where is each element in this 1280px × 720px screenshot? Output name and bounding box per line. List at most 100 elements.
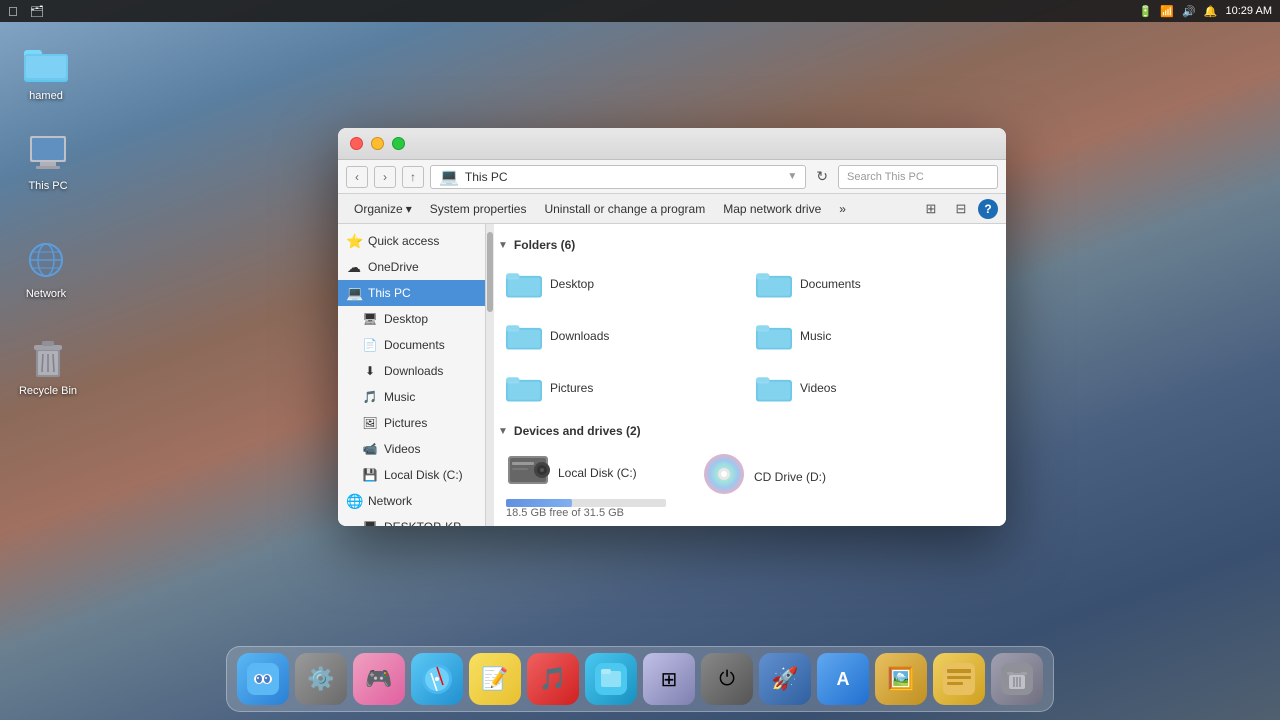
dock-item-music[interactable]: 🎵 xyxy=(527,653,579,705)
dock-item-launchpad[interactable]: ⊞ xyxy=(643,653,695,705)
local-disk-c-bar xyxy=(506,499,666,507)
desktop-icon-recycle-bin[interactable]: Recycle Bin xyxy=(12,335,84,398)
dock-item-app-store[interactable]: A xyxy=(817,653,869,705)
explorer-window: ‹ › ↑ 💻 This PC ▼ ↻ Search This PC Organ… xyxy=(338,128,1006,526)
folder-label-pictures: Pictures xyxy=(550,381,593,395)
videos-folder-icon xyxy=(756,370,792,406)
sidebar-label-local-disk: Local Disk (C:) xyxy=(384,468,463,482)
address-path-text: This PC xyxy=(465,170,508,184)
help-button[interactable]: ? xyxy=(978,199,998,219)
device-item-cd-drive-d[interactable]: CD Drive (D:) xyxy=(694,446,874,525)
music-folder-icon xyxy=(756,318,792,354)
up-button[interactable]: ↑ xyxy=(402,166,424,188)
pictures-sidebar-icon: 🖼 xyxy=(362,416,378,430)
sidebar: ⭐ Quick access ☁ OneDrive 💻 This PC 🖥 De… xyxy=(338,224,486,526)
organize-button[interactable]: Organize ▾ xyxy=(346,197,420,221)
folder-label-music: Music xyxy=(800,329,831,343)
sidebar-label-desktop-kpt6f: DESKTOP-KPT6F... xyxy=(384,520,477,526)
dock-item-rocket[interactable]: 🚀 xyxy=(759,653,811,705)
sidebar-label-videos: Videos xyxy=(384,442,420,456)
local-disk-c-name: Local Disk (C:) xyxy=(558,466,637,480)
desktop-icon-this-pc[interactable]: This PC xyxy=(12,130,84,193)
local-disk-sidebar-icon: 💾 xyxy=(362,468,378,482)
dock-item-notes[interactable]: 📝 xyxy=(469,653,521,705)
folder-item-desktop[interactable]: Desktop xyxy=(498,260,744,308)
map-network-button[interactable]: Map network drive xyxy=(715,197,829,221)
this-pc-sidebar-icon: 💻 xyxy=(346,285,362,302)
local-disk-c-bar-fill xyxy=(506,499,572,507)
toolbar: Organize ▾ System properties Uninstall o… xyxy=(338,194,1006,224)
folders-section-title: Folders (6) xyxy=(514,238,575,252)
search-box[interactable]: Search This PC xyxy=(838,165,998,189)
maximize-button[interactable] xyxy=(392,137,405,150)
downloads-folder-icon xyxy=(506,318,542,354)
sidebar-item-videos[interactable]: 📹 Videos xyxy=(338,436,485,462)
sidebar-item-documents[interactable]: 📄 Documents xyxy=(338,332,485,358)
content-area: ⭐ Quick access ☁ OneDrive 💻 This PC 🖥 De… xyxy=(338,224,1006,526)
sidebar-item-local-disk[interactable]: 💾 Local Disk (C:) xyxy=(338,462,485,488)
dock-item-power[interactable]: ⏻ xyxy=(701,653,753,705)
folders-section-header[interactable]: ▼ Folders (6) xyxy=(498,238,994,252)
sidebar-item-onedrive[interactable]: ☁ OneDrive xyxy=(338,254,485,280)
sidebar-item-this-pc[interactable]: 💻 This PC xyxy=(338,280,485,306)
address-dropdown-icon[interactable]: ▼ xyxy=(787,171,797,182)
menubar-time: 10:29 AM xyxy=(1226,5,1272,17)
sidebar-label-onedrive: OneDrive xyxy=(368,260,419,274)
sidebar-item-music[interactable]: 🎵 Music xyxy=(338,384,485,410)
device-item-local-disk-c[interactable]: Local Disk (C:) 18.5 GB free of 31.5 GB xyxy=(498,446,678,525)
address-bar: ‹ › ↑ 💻 This PC ▼ ↻ Search This PC xyxy=(338,160,1006,194)
apple-menu-icon[interactable]:  xyxy=(8,4,18,19)
sidebar-scrollbar-thumb xyxy=(487,232,493,312)
sidebar-scrollbar[interactable] xyxy=(486,224,494,526)
desktop-icon-hamed[interactable]: hamed xyxy=(10,40,82,103)
address-path[interactable]: 💻 This PC ▼ xyxy=(430,165,806,189)
main-panel: ▼ Folders (6) Desktop xyxy=(486,224,1006,526)
dock-item-game-center[interactable]: 🎮 xyxy=(353,653,405,705)
folder-item-videos[interactable]: Videos xyxy=(748,364,994,412)
sidebar-item-pictures[interactable]: 🖼 Pictures xyxy=(338,410,485,436)
forward-button[interactable]: › xyxy=(374,166,396,188)
sidebar-item-desktop-kpt6f[interactable]: 🖥 DESKTOP-KPT6F... xyxy=(338,514,485,526)
organize-dropdown-icon: ▾ xyxy=(406,202,412,216)
sidebar-item-quick-access[interactable]: ⭐ Quick access xyxy=(338,228,485,254)
view-details-button[interactable]: ⊞ xyxy=(918,197,944,221)
dock-item-safari[interactable] xyxy=(411,653,463,705)
devices-section-title: Devices and drives (2) xyxy=(514,424,641,438)
dock-item-preview[interactable]: 🖼️ xyxy=(875,653,927,705)
dock-item-stickies[interactable] xyxy=(933,653,985,705)
folder-item-music[interactable]: Music xyxy=(748,312,994,360)
videos-sidebar-icon: 📹 xyxy=(362,442,378,456)
network-label: Network xyxy=(26,288,66,301)
dock-item-system-prefs[interactable]: ⚙️ xyxy=(295,653,347,705)
cd-drive-d-icon xyxy=(702,452,746,501)
dock-item-files[interactable] xyxy=(585,653,637,705)
sidebar-label-quick-access: Quick access xyxy=(368,234,439,248)
back-button[interactable]: ‹ xyxy=(346,166,368,188)
uninstall-button[interactable]: Uninstall or change a program xyxy=(536,197,713,221)
system-properties-button[interactable]: System properties xyxy=(422,197,535,221)
sidebar-outer: ⭐ Quick access ☁ OneDrive 💻 This PC 🖥 De… xyxy=(338,224,486,526)
dock-item-finder[interactable] xyxy=(237,653,289,705)
menubar-volume-icon: 🔊 xyxy=(1182,5,1196,18)
view-toggle-button[interactable]: ⊟ xyxy=(948,197,974,221)
recycle-bin-icon xyxy=(24,335,72,383)
this-pc-label: This PC xyxy=(28,180,67,193)
folder-item-documents[interactable]: Documents xyxy=(748,260,994,308)
desktop-icon-network[interactable]: Network xyxy=(10,238,82,301)
devices-section-header[interactable]: ▼ Devices and drives (2) xyxy=(498,424,994,438)
folder-item-pictures[interactable]: Pictures xyxy=(498,364,744,412)
sidebar-item-network[interactable]: 🌐 Network xyxy=(338,488,485,514)
folder-item-downloads[interactable]: Downloads xyxy=(498,312,744,360)
sidebar-item-desktop[interactable]: 🖥 Desktop xyxy=(338,306,485,332)
finder-menubar-icon[interactable]: 🗂 xyxy=(30,5,44,18)
documents-folder-icon xyxy=(756,266,792,302)
dock-item-trash[interactable] xyxy=(991,653,1043,705)
music-sidebar-icon: 🎵 xyxy=(362,390,378,404)
close-button[interactable] xyxy=(350,137,363,150)
sidebar-item-downloads[interactable]: ⬇ Downloads xyxy=(338,358,485,384)
sidebar-label-network: Network xyxy=(368,494,412,508)
more-toolbar-button[interactable]: » xyxy=(831,197,854,221)
minimize-button[interactable] xyxy=(371,137,384,150)
refresh-button[interactable]: ↻ xyxy=(812,168,832,185)
menubar:  🗂 🔋 📶 🔊 🔔 10:29 AM xyxy=(0,0,1280,22)
